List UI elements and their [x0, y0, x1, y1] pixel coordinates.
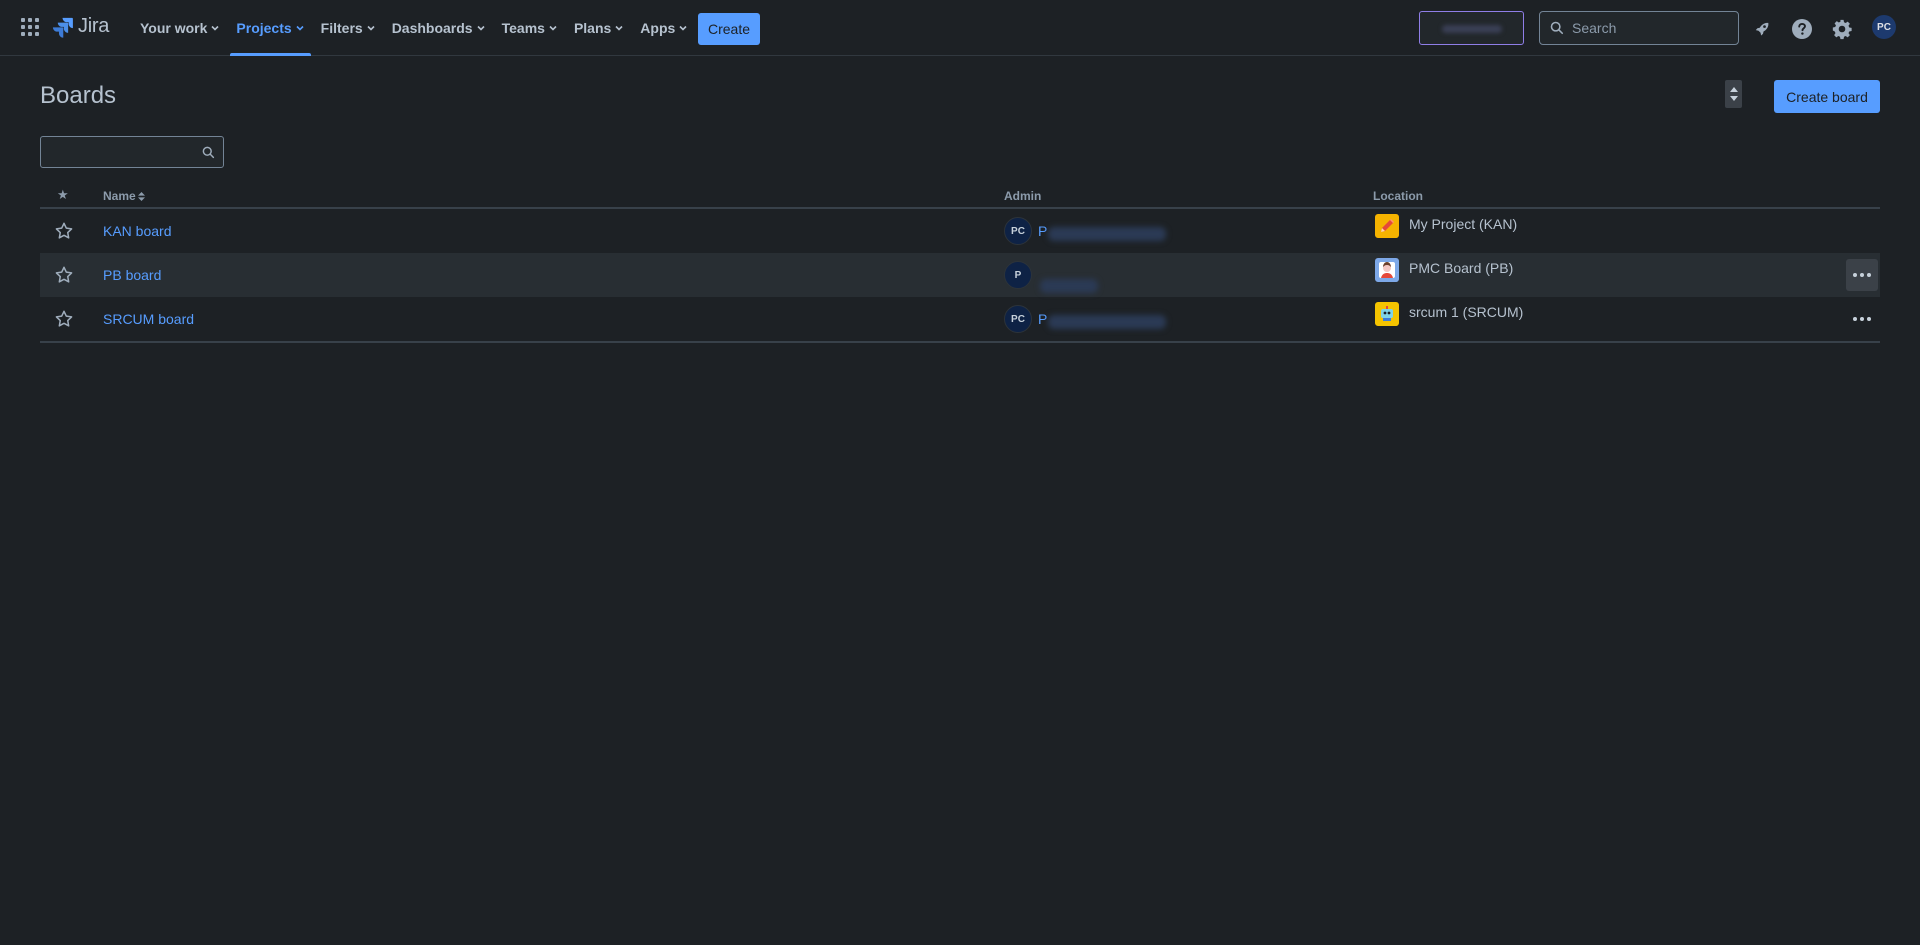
- caret-up-icon: [1729, 87, 1738, 92]
- admin-name-text: P: [1038, 223, 1048, 239]
- project-name: PMC Board (PB): [1409, 260, 1514, 276]
- more-icon: [1853, 273, 1871, 277]
- admin-avatar[interactable]: P: [1004, 261, 1032, 289]
- project-avatar-icon: [1375, 258, 1399, 282]
- location-column-header: Location: [1373, 189, 1423, 203]
- chevron-down-icon: [366, 23, 376, 33]
- nav-teams-label: Teams: [501, 20, 545, 36]
- jira-logo[interactable]: Jira: [52, 15, 109, 38]
- nav-filters-label: Filters: [320, 20, 363, 36]
- redacted-text: [1442, 25, 1502, 33]
- table-row: KAN board PC P My Project (KAN): [40, 209, 1880, 253]
- chevron-down-icon: [476, 23, 486, 33]
- more-actions-button[interactable]: [1846, 303, 1878, 335]
- more-actions-button[interactable]: [1846, 259, 1878, 291]
- admin-avatar[interactable]: PC: [1004, 217, 1032, 245]
- admin-cell: P: [1004, 261, 1098, 293]
- admin-avatar[interactable]: PC: [1004, 305, 1032, 333]
- admin-name-link[interactable]: P: [1038, 311, 1166, 329]
- nav-dashboards-label: Dashboards: [391, 20, 473, 36]
- more-icon: [1853, 317, 1871, 321]
- gear-icon: [1832, 19, 1852, 40]
- location-cell[interactable]: srcum 1 (SRCUM): [1375, 302, 1523, 326]
- nav-apps-label: Apps: [640, 20, 676, 36]
- table-header: ★ Name Admin Location: [40, 186, 1880, 209]
- admin-name-link[interactable]: P: [1038, 223, 1166, 241]
- board-name-link[interactable]: PB board: [103, 267, 161, 283]
- starred-column-header[interactable]: ★: [57, 187, 69, 203]
- location-cell[interactable]: My Project (KAN): [1375, 214, 1517, 238]
- page-stepper[interactable]: [1725, 80, 1742, 108]
- create-button[interactable]: Create: [698, 13, 761, 45]
- nav-dashboards[interactable]: Dashboards: [384, 0, 494, 56]
- board-search-field[interactable]: [40, 136, 224, 168]
- boards-table: ★ Name Admin Location KAN board PC P My …: [40, 186, 1880, 343]
- admin-cell: PC P: [1004, 305, 1166, 333]
- table-row: SRCUM board PC P srcum 1 (SRCUM): [40, 297, 1880, 341]
- nav-teams[interactable]: Teams: [494, 0, 566, 56]
- admin-column-header: Admin: [1004, 189, 1042, 203]
- search-input[interactable]: [1572, 20, 1722, 36]
- chevron-down-icon: [614, 23, 624, 33]
- chevron-down-icon: [548, 23, 558, 33]
- notifications-button[interactable]: [1746, 13, 1778, 45]
- chevron-down-icon: [210, 23, 220, 33]
- admin-name-text: P: [1038, 311, 1048, 327]
- project-robot-icon: [1375, 302, 1399, 326]
- app-switcher-icon[interactable]: [20, 17, 40, 37]
- top-navigation: Jira Your work Projects Filters Dashboar…: [0, 0, 1920, 56]
- user-avatar[interactable]: PC: [1872, 15, 1896, 39]
- project-name: My Project (KAN): [1409, 216, 1518, 232]
- nav-your-work[interactable]: Your work: [132, 0, 228, 56]
- location-cell[interactable]: PMC Board (PB): [1375, 258, 1513, 282]
- star-icon[interactable]: [54, 265, 74, 288]
- board-search-input[interactable]: [49, 144, 202, 160]
- nav-plans[interactable]: Plans: [566, 0, 632, 56]
- page-title: Boards: [40, 82, 117, 109]
- name-column-header[interactable]: Name: [103, 189, 145, 203]
- redacted-text: [1048, 227, 1166, 241]
- primary-nav: Your work Projects Filters Dashboards Te…: [132, 0, 696, 56]
- nav-projects-label: Projects: [236, 20, 292, 36]
- star-icon[interactable]: [54, 221, 74, 244]
- nav-projects[interactable]: Projects: [228, 0, 312, 56]
- redacted-text: [1040, 279, 1098, 293]
- board-name-link[interactable]: KAN board: [103, 223, 171, 239]
- project-name: srcum 1 (SRCUM): [1409, 304, 1524, 320]
- chevron-down-icon: [295, 23, 305, 33]
- help-button[interactable]: [1786, 13, 1818, 45]
- trial-button[interactable]: [1419, 11, 1524, 45]
- table-row: PB board P PMC Board (PB): [40, 253, 1880, 297]
- app-name: Jira: [78, 15, 110, 37]
- admin-cell: PC P: [1004, 217, 1166, 245]
- nav-your-work-label: Your work: [140, 20, 208, 36]
- settings-button[interactable]: [1826, 13, 1858, 45]
- search-icon: [1550, 21, 1564, 35]
- search-icon: [202, 146, 215, 158]
- help-icon: [1792, 19, 1812, 39]
- board-name-link[interactable]: SRCUM board: [103, 311, 194, 327]
- star-icon[interactable]: [54, 309, 74, 332]
- caret-down-icon: [1729, 96, 1738, 101]
- sort-icon: [137, 191, 145, 201]
- search-field[interactable]: [1539, 11, 1739, 45]
- create-board-button[interactable]: Create board: [1774, 80, 1880, 113]
- nav-filters[interactable]: Filters: [313, 0, 384, 56]
- nav-apps[interactable]: Apps: [632, 0, 696, 56]
- jira-logo-icon: [52, 17, 73, 38]
- project-pencil-icon: [1375, 214, 1399, 238]
- notification-rocket-icon: [1755, 22, 1769, 36]
- chevron-down-icon: [678, 23, 688, 33]
- table-divider: [40, 341, 1880, 343]
- redacted-text: [1048, 315, 1166, 329]
- name-column-label: Name: [103, 189, 136, 203]
- nav-plans-label: Plans: [573, 20, 612, 36]
